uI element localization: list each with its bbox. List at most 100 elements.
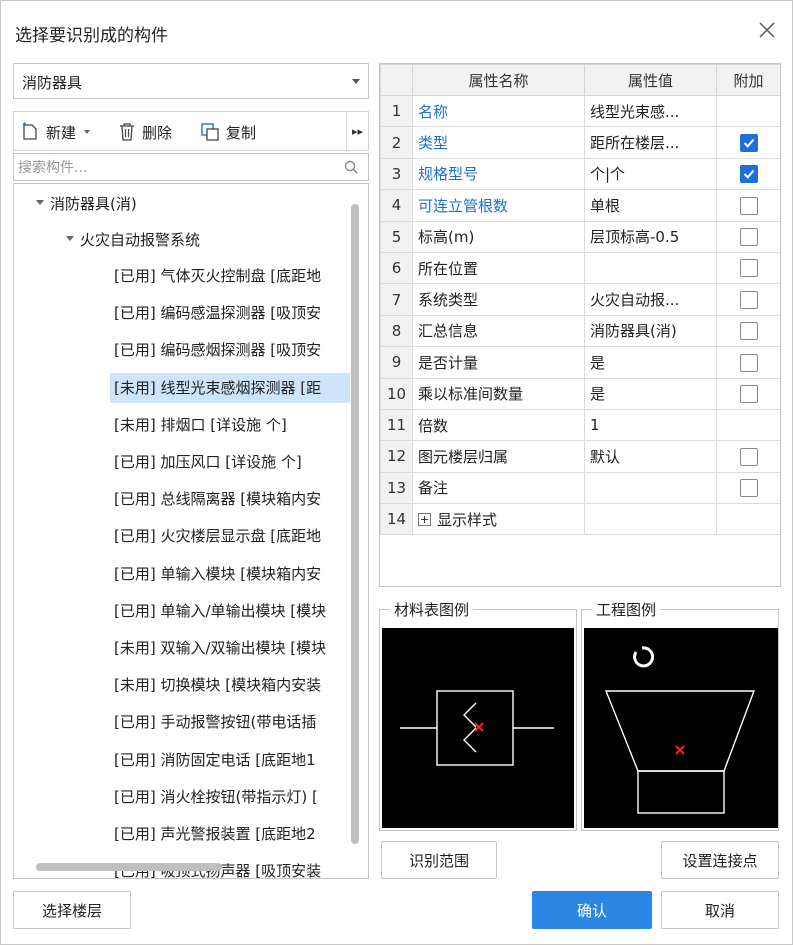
attach-checkbox[interactable] bbox=[739, 196, 758, 215]
property-row[interactable]: 5 标高(m) 层顶标高-0.5 bbox=[380, 220, 780, 253]
project-legend-title: 工程图例 bbox=[592, 599, 661, 620]
tree-item[interactable]: [未用] 双输入/双输出模块 [模块 bbox=[110, 633, 350, 663]
property-value[interactable] bbox=[584, 251, 717, 285]
new-dropdown-icon[interactable] bbox=[84, 130, 91, 134]
row-number: 2 bbox=[380, 126, 413, 159]
toolbar-more-icon[interactable]: ▸▸ bbox=[346, 112, 368, 150]
material-legend-preview bbox=[382, 628, 574, 828]
new-button[interactable]: 新建 bbox=[20, 112, 91, 152]
tree-item[interactable]: [已用] 消火栓按钮(带指示灯) [ bbox=[110, 782, 350, 812]
property-value[interactable]: 火灾自动报... bbox=[584, 283, 717, 316]
attach-cell bbox=[716, 377, 780, 410]
property-row[interactable]: 2 类型 距所在楼层... bbox=[380, 126, 780, 159]
attach-cell bbox=[716, 346, 780, 379]
tree-item[interactable]: [未用] 排烟口 [详设施 个] bbox=[110, 410, 350, 440]
tree-item[interactable]: [已用] 加压风口 [详设施 个] bbox=[110, 447, 350, 477]
property-value[interactable]: 默认 bbox=[584, 440, 717, 473]
property-row[interactable]: 10 乘以标准间数量 是 bbox=[380, 377, 780, 410]
copy-button[interactable]: 复制 bbox=[200, 112, 256, 152]
close-icon[interactable] bbox=[756, 19, 778, 41]
property-row[interactable]: 11 倍数 1 bbox=[380, 408, 780, 442]
property-row[interactable]: 8 汇总信息 消防器具(消) bbox=[380, 314, 780, 348]
component-type-select[interactable]: 消防器具 bbox=[13, 63, 369, 99]
property-value[interactable]: 距所在楼层... bbox=[584, 126, 717, 159]
property-name: + 显示样式 bbox=[412, 503, 585, 536]
tree-item[interactable]: [已用] 手动报警按钮(带电话插 bbox=[110, 707, 350, 737]
select-floor-button[interactable]: 选择楼层 bbox=[13, 891, 131, 929]
property-value[interactable] bbox=[584, 503, 717, 536]
confirm-button[interactable]: 确认 bbox=[532, 891, 652, 929]
property-row[interactable]: 7 系统类型 火灾自动报... bbox=[380, 283, 780, 316]
property-row[interactable]: 12 图元楼层归属 默认 bbox=[380, 440, 780, 473]
property-name-text: 汇总信息 bbox=[418, 322, 479, 341]
property-table: 属性名称 属性值 附加 1 名称 线型光束感... 2 类型 距所在楼层... 3 规格型号 个… bbox=[380, 64, 780, 536]
property-row[interactable]: 6 所在位置 bbox=[380, 251, 780, 285]
property-value[interactable]: 单根 bbox=[584, 189, 717, 222]
recognize-range-button[interactable]: 识别范围 bbox=[381, 841, 497, 879]
attach-checkbox[interactable] bbox=[739, 165, 758, 184]
tree-item[interactable]: [已用] 气体灭火控制盘 [底距地 bbox=[110, 261, 350, 291]
attach-checkbox[interactable] bbox=[739, 259, 758, 278]
attach-cell bbox=[716, 283, 780, 316]
tree-item[interactable]: [已用] 消防固定电话 [底距地1 bbox=[110, 745, 350, 775]
tree-item[interactable]: [已用] 总线隔离器 [模块箱内安 bbox=[110, 484, 350, 514]
tree-group-node[interactable]: 火灾自动报警系统 bbox=[66, 225, 200, 255]
property-name-text: 显示样式 bbox=[437, 510, 498, 529]
property-row[interactable]: 9 是否计量 是 bbox=[380, 346, 780, 379]
tree-item[interactable]: [未用] 线型光束感烟探测器 [距 bbox=[110, 372, 350, 403]
expand-caret-icon[interactable] bbox=[36, 200, 44, 205]
tree-item[interactable]: [已用] 火灾楼层显示盘 [底距地 bbox=[110, 521, 350, 551]
header-attach: 附加 bbox=[716, 64, 780, 96]
property-name: 可连立管根数 bbox=[412, 189, 585, 222]
row-number: 1 bbox=[380, 94, 413, 128]
property-row[interactable]: 4 可连立管根数 单根 bbox=[380, 189, 780, 222]
material-legend-title: 材料表图例 bbox=[390, 599, 474, 620]
property-value[interactable]: 层顶标高-0.5 bbox=[584, 220, 717, 253]
attach-cell bbox=[716, 503, 780, 536]
attach-checkbox[interactable] bbox=[739, 133, 758, 152]
search-input[interactable] bbox=[18, 157, 338, 179]
attach-checkbox[interactable] bbox=[739, 290, 758, 309]
property-name-text: 可连立管根数 bbox=[418, 196, 509, 215]
row-number: 8 bbox=[380, 314, 413, 348]
property-row[interactable]: 1 名称 线型光束感... bbox=[380, 94, 780, 128]
trash-icon bbox=[118, 122, 136, 142]
expand-plus-icon[interactable]: + bbox=[418, 512, 431, 526]
attach-checkbox[interactable] bbox=[739, 322, 758, 341]
cancel-button[interactable]: 取消 bbox=[661, 891, 779, 929]
property-value[interactable]: 1 bbox=[584, 408, 717, 442]
vertical-scrollbar[interactable] bbox=[351, 204, 359, 844]
search-icon[interactable] bbox=[344, 160, 358, 178]
attach-checkbox[interactable] bbox=[739, 384, 758, 403]
property-row[interactable]: 3 规格型号 个|个 bbox=[380, 157, 780, 191]
tree-item[interactable]: [已用] 单输入模块 [模块箱内安 bbox=[110, 559, 350, 589]
property-value[interactable]: 个|个 bbox=[584, 157, 717, 191]
header-property-name: 属性名称 bbox=[412, 64, 585, 96]
property-row[interactable]: 13 备注 bbox=[380, 471, 780, 505]
property-value[interactable]: 是 bbox=[584, 346, 717, 379]
property-value[interactable]: 是 bbox=[584, 377, 717, 410]
expand-caret-icon[interactable] bbox=[66, 236, 74, 241]
attach-checkbox[interactable] bbox=[739, 228, 758, 246]
property-row[interactable]: 14 + 显示样式 bbox=[380, 503, 780, 536]
tree-item[interactable]: [未用] 切换模块 [模块箱内安装 bbox=[110, 670, 350, 700]
horizontal-scrollbar[interactable] bbox=[36, 863, 222, 871]
property-value[interactable] bbox=[584, 471, 717, 505]
tree-root-node[interactable]: 消防器具(消) bbox=[36, 189, 137, 219]
tree-item[interactable]: [已用] 编码感烟探测器 [吸顶安 bbox=[110, 335, 350, 365]
attach-checkbox[interactable] bbox=[739, 479, 758, 498]
attach-checkbox[interactable] bbox=[739, 447, 758, 466]
tree-item[interactable]: [已用] 编码感温探测器 [吸顶安 bbox=[110, 298, 350, 328]
attach-cell bbox=[716, 189, 780, 222]
property-name: 乘以标准间数量 bbox=[412, 377, 585, 410]
property-value[interactable]: 线型光束感... bbox=[584, 94, 717, 128]
tree-item[interactable]: [已用] 单输入/单输出模块 [模块 bbox=[110, 596, 350, 626]
new-file-icon bbox=[20, 122, 40, 142]
attach-checkbox[interactable] bbox=[739, 353, 758, 372]
speaker-symbol bbox=[604, 690, 756, 814]
set-connection-point-button[interactable]: 设置连接点 bbox=[661, 841, 779, 879]
attach-cell bbox=[716, 94, 780, 128]
property-value[interactable]: 消防器具(消) bbox=[584, 314, 717, 348]
delete-button[interactable]: 删除 bbox=[118, 112, 172, 152]
tree-item[interactable]: [已用] 声光警报装置 [底距地2 bbox=[110, 819, 350, 849]
